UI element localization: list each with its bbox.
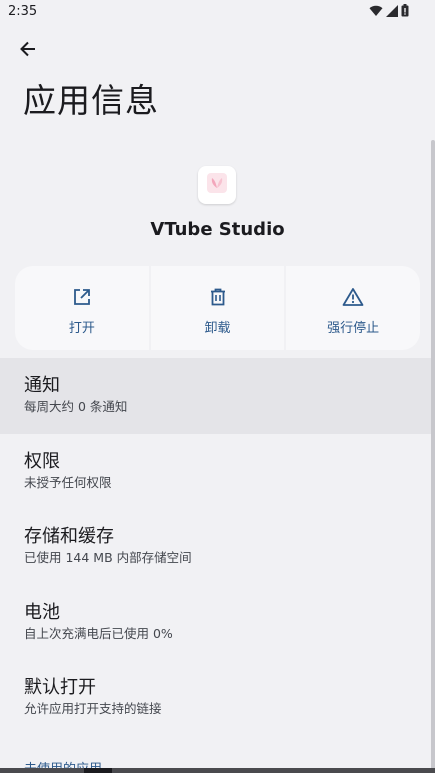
uninstall-button[interactable]: 卸载 [150,266,285,350]
wifi-icon [369,5,383,17]
page-title: 应用信息 [23,81,159,120]
open-external-icon [71,286,93,308]
settings-item-title: 默认打开 [24,677,96,698]
settings-item-subtitle: 每周大约 0 条通知 [24,399,128,414]
settings-item-title: 电池 [24,601,60,623]
settings-item-notifications[interactable]: 通知 每周大约 0 条通知 [0,358,431,434]
settings-item-title: 存储和缓存 [24,526,114,547]
app-info-screen: 2:35 应用信息 VTube Studio 打开 卸载 强行停止 通知 每周大… [0,0,435,773]
settings-item-open-by-default[interactable]: 默认打开 允许应用打开支持的链接 [0,660,431,736]
gesture-bar-handle[interactable] [84,768,112,773]
open-button[interactable]: 打开 [15,266,149,350]
battery-icon [401,4,409,17]
settings-item-permissions[interactable]: 权限 未授予任何权限 [0,434,431,510]
settings-item-subtitle: 自上次充满电后已使用 0% [24,625,173,641]
force-stop-button[interactable]: 强行停止 [286,266,421,350]
back-button[interactable] [13,38,43,64]
uninstall-button-label: 卸载 [204,321,231,336]
settings-item-title: 权限 [24,450,60,472]
warning-icon [342,286,364,308]
action-row: 打开 卸载 强行停止 [15,266,421,350]
signal-icon [386,4,398,17]
settings-item-subtitle: 允许应用打开支持的链接 [24,701,162,716]
settings-item-storage[interactable]: 存储和缓存 已使用 144 MB 内部存储空间 [0,509,431,585]
app-icon [198,166,236,204]
arrow-left-icon [18,39,38,63]
force-stop-button-label: 强行停止 [327,321,380,336]
settings-item-title: 通知 [24,375,60,396]
trash-icon [207,286,229,308]
app-logo-icon [206,172,228,198]
settings-list: 通知 每周大约 0 条通知 权限 未授予任何权限 存储和缓存 已使用 144 M… [0,358,431,736]
settings-item-battery[interactable]: 电池 自上次充满电后已使用 0% [0,585,431,661]
app-name: VTube Studio [150,219,285,240]
status-icons [369,4,409,17]
settings-item-subtitle: 已使用 144 MB 内部存储空间 [24,550,192,565]
status-time: 2:35 [8,4,38,19]
gesture-bar [0,768,435,773]
status-bar: 2:35 [0,0,435,24]
open-button-label: 打开 [68,321,95,336]
settings-item-subtitle: 未授予任何权限 [24,474,112,490]
